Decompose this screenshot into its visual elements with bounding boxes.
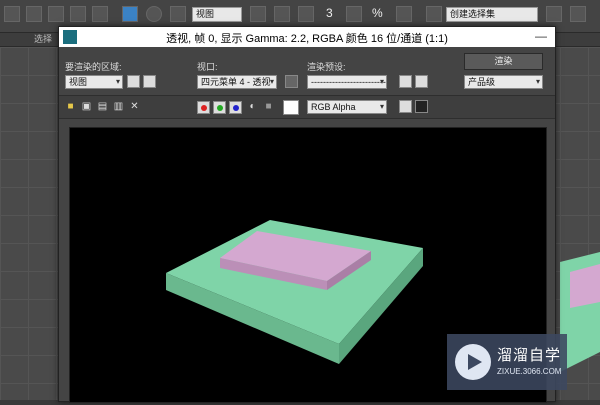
edit-named-selection-icon[interactable] [426, 6, 442, 22]
display-channel-value: RGB Alpha [311, 102, 356, 112]
minimize-icon[interactable]: — [535, 29, 547, 43]
snap-toggle[interactable]: 3 [326, 6, 333, 20]
render-preset-label: 渲染预设: [307, 62, 346, 72]
watermark: 溜溜自学 ZIXUE.3066.COM [447, 334, 567, 390]
window-crossing-icon[interactable] [92, 6, 108, 22]
rect-selection-icon[interactable] [70, 6, 86, 22]
window-title: 透视, 帧 0, 显示 Gamma: 2.2, RGBA 颜色 16 位/通道 … [166, 33, 448, 45]
chevron-down-icon: ▾ [115, 77, 120, 86]
chevron-down-icon: ▾ [379, 102, 384, 111]
print-icon[interactable]: ▥ [113, 101, 124, 112]
toggle-ui-icon[interactable] [399, 100, 412, 113]
chevron-down-icon: ▾ [269, 77, 274, 86]
render-button[interactable]: 渲染 [464, 53, 543, 70]
render-quality-value: 产品级 [468, 77, 496, 87]
watermark-subtitle: ZIXUE.3066.COM [497, 367, 562, 376]
undo-icon[interactable] [4, 6, 20, 22]
area-to-render-value: 视图 [69, 77, 88, 87]
clear-icon[interactable]: ✕ [129, 101, 140, 112]
watermark-title: 溜溜自学 [497, 347, 562, 364]
angle-snap-icon[interactable] [346, 6, 362, 22]
viewport-value: 四元菜单 4 - 透视 [201, 77, 271, 87]
green-channel-toggle[interactable] [213, 101, 226, 114]
viewport-label: 视口: [197, 62, 218, 72]
edit-region-icon[interactable] [127, 75, 140, 88]
blue-channel-toggle[interactable] [229, 101, 242, 114]
lock-icon[interactable] [285, 75, 298, 88]
watermark-logo-icon [455, 344, 491, 380]
render-preset-select[interactable]: ------------------------- ▾ [307, 75, 387, 89]
rotate-icon[interactable] [146, 6, 162, 22]
mirror-icon[interactable] [546, 6, 562, 22]
window-titlebar: 透视, 帧 0, 显示 Gamma: 2.2, RGBA 颜色 16 位/通道 … [59, 27, 555, 47]
keyboard-shortcut-icon[interactable] [298, 6, 314, 22]
percent-snap-toggle[interactable]: % [372, 6, 383, 20]
select-by-name-icon[interactable] [48, 6, 64, 22]
spinner-snap-icon[interactable] [396, 6, 412, 22]
select-manipulate-icon[interactable] [274, 6, 290, 22]
align-icon[interactable] [570, 6, 586, 22]
display-overlay-icon[interactable] [415, 100, 428, 113]
move-icon[interactable] [122, 6, 138, 22]
select-object-icon[interactable] [26, 6, 42, 22]
display-channel-select[interactable]: RGB Alpha ▾ [307, 100, 387, 114]
auto-region-icon[interactable] [143, 75, 156, 88]
scale-icon[interactable] [170, 6, 186, 22]
red-channel-toggle[interactable] [197, 101, 210, 114]
render-setup-icon[interactable] [399, 75, 412, 88]
area-to-render-select[interactable]: 视图 ▾ [65, 75, 123, 89]
render-quality-select[interactable]: 产品级 ▾ [464, 75, 543, 89]
color-swatch[interactable] [283, 100, 299, 115]
clone-frame-icon[interactable]: ▤ [97, 101, 108, 112]
copy-image-icon[interactable]: ▣ [81, 101, 92, 112]
named-selection-set-select[interactable]: 创建选择集 [446, 7, 538, 22]
alpha-channel-icon[interactable]: ◐ [247, 101, 258, 112]
viewport-select[interactable]: 四元菜单 4 - 透视 ▾ [197, 75, 277, 89]
pivot-icon[interactable] [250, 6, 266, 22]
environment-icon[interactable] [415, 75, 428, 88]
chevron-down-icon: ▾ [379, 77, 384, 86]
area-to-render-label: 要渲染的区域: [65, 62, 122, 72]
ribbon-label-selection[interactable]: 选择 [34, 33, 52, 46]
chevron-down-icon: ▾ [535, 77, 540, 86]
save-image-icon[interactable]: ■ [65, 101, 76, 112]
monochrome-icon[interactable]: ■ [263, 101, 274, 112]
frame-toolbar: ■ ▣ ▤ ▥ ✕ ◐ ■ RGB Alpha ▾ [59, 95, 555, 119]
render-preset-value: ------------------------- [311, 77, 386, 87]
ref-coord-system-select[interactable]: 视图 [192, 7, 242, 22]
